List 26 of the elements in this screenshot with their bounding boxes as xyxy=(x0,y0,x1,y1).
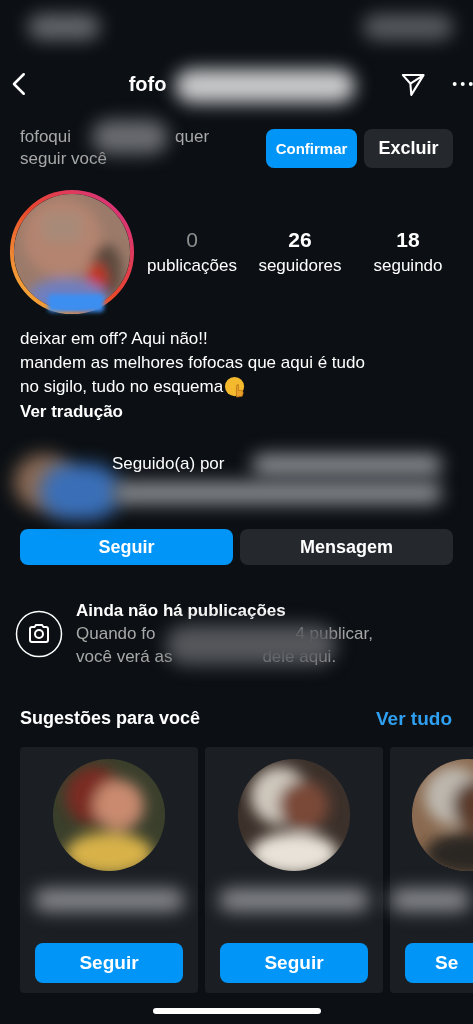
request-text: seguir você xyxy=(20,148,108,170)
stat-label[interactable]: seguidores xyxy=(258,256,342,276)
request-text: fofoqui xyxy=(20,126,72,148)
camera-icon xyxy=(15,609,63,658)
bio-text: no sigilo, tudo no esquema xyxy=(20,376,224,398)
request-button[interactable]: Excluir xyxy=(364,128,453,168)
empty-title: Ainda não há publicações xyxy=(76,600,287,622)
profile-username: fofo xyxy=(128,72,167,96)
stat-count: 0 xyxy=(186,228,198,252)
profile-action-button[interactable]: Mensagem xyxy=(240,529,453,565)
bio-text: deixar em off? Aqui não!! xyxy=(20,328,209,350)
back-icon[interactable] xyxy=(12,72,26,96)
stat-count: 18 xyxy=(396,228,420,252)
bio-text: mandem as melhores fofocas que aqui é tudo xyxy=(20,352,366,374)
stat-label[interactable]: seguindo xyxy=(373,256,443,276)
redaction-blur xyxy=(48,294,104,312)
more-icon[interactable] xyxy=(451,81,473,87)
request-text: quer xyxy=(175,126,210,148)
section-title: Sugestões para você xyxy=(20,708,201,730)
followed-by-text[interactable]: Seguido(a) por xyxy=(112,454,225,473)
translate-link[interactable]: Ver tradução xyxy=(20,400,453,424)
see-all-link[interactable]: Ver tudo xyxy=(376,708,452,730)
empty-text: Quando fo xyxy=(76,623,156,645)
empty-text: você verá as xyxy=(76,646,173,668)
stat-count: 26 xyxy=(288,228,312,252)
redaction-blur xyxy=(28,14,100,40)
